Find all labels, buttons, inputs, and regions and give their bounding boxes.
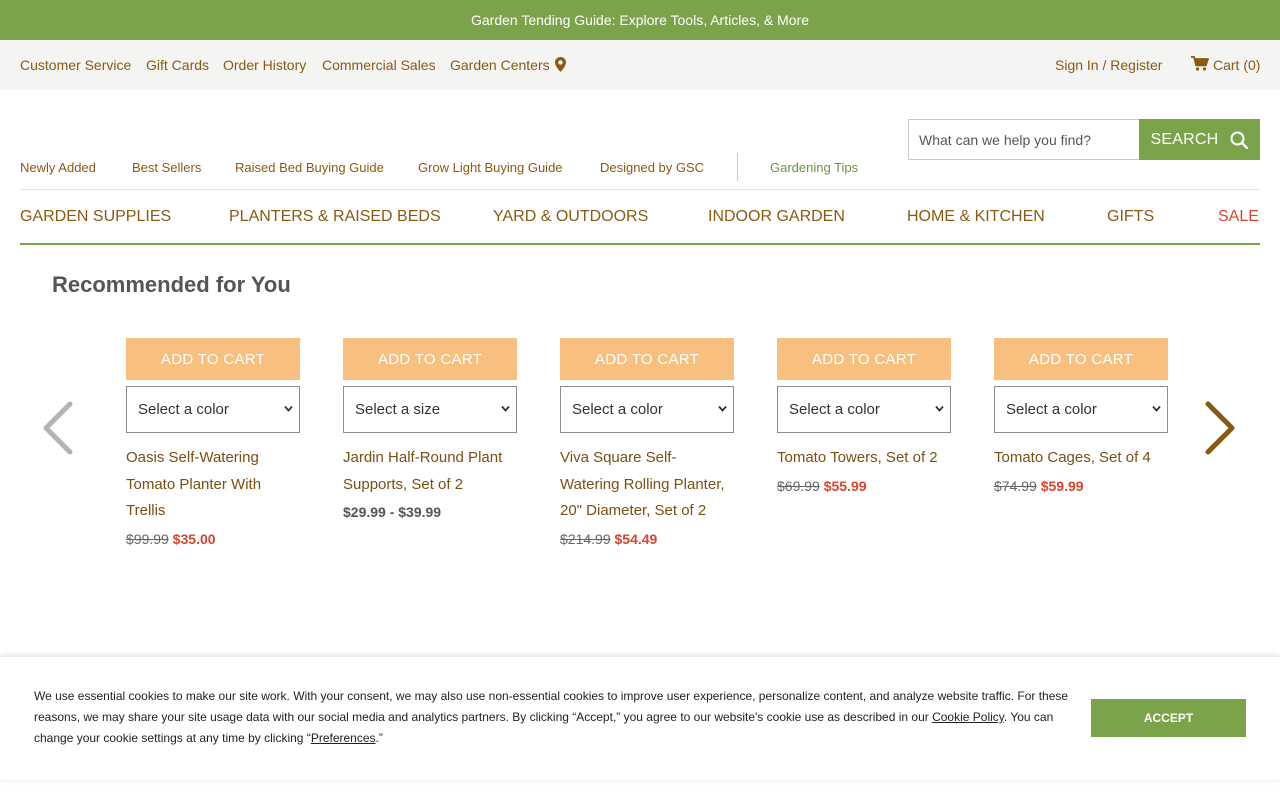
raised-bed-guide-link[interactable]: Raised Bed Buying Guide [235,156,384,180]
product-name-link[interactable]: Oasis Self-Watering Tomato Planter With … [126,445,300,525]
select-value: Select a size [355,401,441,418]
search-button-label: SEARCH [1150,130,1219,148]
cart-link[interactable]: Cart (0) [1191,40,1260,90]
product-price: $69.99 $55.99 [777,476,951,496]
add-to-cart-button[interactable]: ADD TO CART [126,338,300,380]
cookie-text-part: We use essential cookies to make our sit… [34,689,1069,724]
cookie-message: We use essential cookies to make our sit… [34,686,1069,749]
original-price: $99.99 [126,530,169,547]
color-select[interactable]: Select a color [994,386,1168,433]
nav-garden-supplies[interactable]: GARDEN SUPPLIES [20,190,171,244]
add-to-cart-button[interactable]: ADD TO CART [994,338,1168,380]
chevron-right-icon [1205,401,1235,455]
cart-label: Cart (0) [1213,57,1261,73]
main-nav: GARDEN SUPPLIES PLANTERS & RAISED BEDS Y… [20,189,1260,245]
chevron-down-icon [501,405,510,412]
chevron-down-icon [1152,405,1161,412]
cookie-policy-link[interactable]: Cookie Policy [932,710,1004,724]
customer-service-link[interactable]: Customer Service [20,40,131,90]
search-button[interactable]: SEARCH [1139,119,1260,160]
secondary-nav: Newly Added Best Sellers Raised Bed Buyi… [0,156,900,180]
preferences-link[interactable]: Preferences [311,731,376,745]
accept-cookies-button[interactable]: ACCEPT [1091,699,1246,737]
product-name-link[interactable]: Viva Square Self-Watering Rolling Plante… [560,445,734,525]
select-value: Select a color [789,401,880,418]
select-value: Select a color [138,401,229,418]
recommended-title: Recommended for You [52,272,291,297]
commercial-sales-link[interactable]: Commercial Sales [322,40,436,90]
product-card: ADD TO CART Select a color Tomato Towers… [777,338,951,496]
nav-home-kitchen[interactable]: HOME & KITCHEN [907,190,1045,244]
color-select[interactable]: Select a color [126,386,300,433]
gift-cards-link[interactable]: Gift Cards [146,40,209,90]
carousel-next-button[interactable] [1200,398,1240,458]
product-price: $99.99 $35.00 [126,529,300,549]
search-input[interactable] [908,119,1139,160]
cart-icon [1191,55,1209,71]
best-sellers-link[interactable]: Best Sellers [132,156,201,180]
product-price: $74.99 $59.99 [994,476,1168,496]
sale-price: $54.49 [614,530,658,547]
product-price: $29.99 - $39.99 [343,502,517,522]
product-name-link[interactable]: Tomato Towers, Set of 2 [777,445,951,472]
garden-centers-link[interactable]: Garden Centers [450,40,566,90]
order-history-link[interactable]: Order History [223,40,306,90]
sale-price: $55.99 [823,477,867,494]
map-marker-icon [554,57,566,72]
sale-price: $35.00 [172,530,216,547]
product-card: ADD TO CART Select a color Tomato Cages,… [994,338,1168,496]
newly-added-link[interactable]: Newly Added [20,156,96,180]
grow-light-guide-link[interactable]: Grow Light Buying Guide [418,156,563,180]
size-select[interactable]: Select a size [343,386,517,433]
chevron-down-icon [718,405,727,412]
add-to-cart-button[interactable]: ADD TO CART [560,338,734,380]
product-card: ADD TO CART Select a size Jardin Half-Ro… [343,338,517,522]
chevron-left-icon [43,401,73,455]
promo-banner[interactable]: Garden Tending Guide: Explore Tools, Art… [0,0,1280,40]
cookie-text-part: .” [375,731,383,745]
garden-centers-label: Garden Centers [450,57,550,73]
product-name-link[interactable]: Jardin Half-Round Plant Supports, Set of… [343,445,517,498]
select-value: Select a color [572,401,663,418]
chevron-down-icon [935,405,944,412]
utility-bar: Customer Service Gift Cards Order Histor… [0,40,1280,90]
nav-indoor-garden[interactable]: INDOOR GARDEN [708,190,845,244]
search-icon [1230,131,1249,149]
original-price: $74.99 [994,477,1037,494]
sign-in-register-link[interactable]: Sign In / Register [1055,40,1162,90]
color-select[interactable]: Select a color [777,386,951,433]
product-card: ADD TO CART Select a color Oasis Self-Wa… [126,338,300,549]
original-price: $69.99 [777,477,820,494]
designed-by-gsc-link[interactable]: Designed by GSC [600,156,704,180]
product-card: ADD TO CART Select a color Viva Square S… [560,338,734,549]
add-to-cart-button[interactable]: ADD TO CART [777,338,951,380]
nav-gifts[interactable]: GIFTS [1107,190,1154,244]
color-select[interactable]: Select a color [560,386,734,433]
cookie-banner: We use essential cookies to make our sit… [0,657,1280,780]
product-name-link[interactable]: Tomato Cages, Set of 4 [994,445,1168,472]
select-value: Select a color [1006,401,1097,418]
product-price: $214.99 $54.49 [560,529,734,549]
gardening-tips-link[interactable]: Gardening Tips [770,156,858,180]
promo-text[interactable]: Garden Tending Guide: Explore Tools, Art… [471,12,809,28]
add-to-cart-button[interactable]: ADD TO CART [343,338,517,380]
search-form: SEARCH [908,119,1260,160]
nav-sale[interactable]: SALE [1218,190,1259,244]
nav-planters-raised-beds[interactable]: PLANTERS & RAISED BEDS [229,190,441,244]
sale-price: $59.99 [1040,477,1084,494]
original-price: $214.99 [560,530,611,547]
nav-divider [737,153,738,181]
chevron-down-icon [284,405,293,412]
nav-yard-outdoors[interactable]: YARD & OUTDOORS [493,190,648,244]
carousel-prev-button[interactable] [38,398,78,458]
price-range: $29.99 - $39.99 [343,504,442,520]
